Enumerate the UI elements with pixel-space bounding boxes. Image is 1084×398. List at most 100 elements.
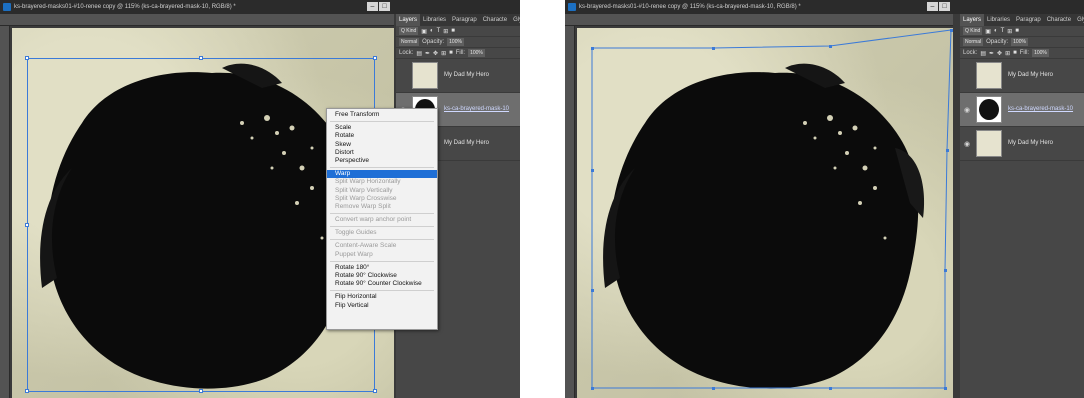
- menu-item-convert-anchor[interactable]: Convert warp anchor point: [327, 216, 437, 224]
- tab-character[interactable]: Characte: [1044, 14, 1074, 26]
- warp-anchor-point[interactable]: [950, 29, 953, 32]
- warp-anchor-point[interactable]: [591, 289, 594, 292]
- menu-item-puppet-warp[interactable]: Puppet Warp: [327, 251, 437, 259]
- menu-item-rotate[interactable]: Rotate: [327, 132, 437, 140]
- lock-pixels-icon[interactable]: ▤: [416, 50, 422, 57]
- image-filter-icon[interactable]: ▣: [421, 28, 427, 35]
- warp-grid[interactable]: [565, 0, 953, 398]
- smart-object-filter-icon[interactable]: ■: [451, 28, 455, 34]
- layer-thumbnail: [976, 62, 1002, 89]
- window-buttons: – □: [367, 2, 390, 11]
- menu-item-distort[interactable]: Distort: [327, 149, 437, 157]
- transform-handle[interactable]: [373, 56, 377, 60]
- warp-anchor-point[interactable]: [944, 387, 947, 390]
- eye-visibility-icon[interactable]: ◉: [964, 106, 970, 114]
- shape-filter-icon[interactable]: ⊞: [443, 28, 448, 35]
- warp-anchor-point[interactable]: [712, 47, 715, 50]
- tab-paragraph[interactable]: Paragrap: [1013, 14, 1044, 26]
- menu-separator: [330, 213, 434, 215]
- eye-visibility-icon[interactable]: ◉: [964, 140, 970, 148]
- lock-label: Lock:: [963, 50, 978, 56]
- tab-glyphs[interactable]: Glyph: [1074, 14, 1084, 26]
- tab-character[interactable]: Characte: [480, 14, 510, 26]
- opacity-input[interactable]: 100%: [1011, 38, 1028, 46]
- menu-item-rotate-90-cw[interactable]: Rotate 90° Clockwise: [327, 272, 437, 280]
- blend-mode-select[interactable]: Normal: [399, 38, 420, 46]
- lock-all-icon[interactable]: ■: [449, 50, 453, 56]
- image-filter-icon[interactable]: ▣: [985, 28, 991, 35]
- kind-filter[interactable]: Q Kind: [399, 27, 419, 35]
- layer-name: My Dad My Hero: [1008, 72, 1054, 78]
- menu-item-flip-vertical[interactable]: Flip Vertical: [327, 302, 437, 310]
- opacity-label: Opacity:: [986, 39, 1009, 45]
- vertical-ruler: [0, 26, 10, 398]
- move-lock-icon[interactable]: ✥: [997, 50, 1002, 57]
- transform-handle[interactable]: [25, 389, 29, 393]
- warp-anchor-point[interactable]: [591, 169, 594, 172]
- menu-item-free-transform[interactable]: Free Transform: [327, 111, 437, 119]
- minimize-button[interactable]: –: [367, 2, 378, 11]
- fill-input[interactable]: 100%: [468, 49, 485, 57]
- artboard-lock-icon[interactable]: ⊞: [1005, 50, 1010, 57]
- tab-layers[interactable]: Layers: [960, 14, 985, 26]
- menu-item-perspective[interactable]: Perspective: [327, 157, 437, 165]
- menu-item-toggle-guides[interactable]: Toggle Guides: [327, 229, 437, 237]
- free-transform-box[interactable]: [27, 58, 375, 392]
- brush-lock-icon[interactable]: ✒: [989, 50, 994, 57]
- warp-anchor-point[interactable]: [829, 387, 832, 390]
- kind-filter[interactable]: Q Kind: [963, 27, 983, 35]
- layer-row[interactable]: ◉ ks-ca-brayered-mask-10: [960, 93, 1084, 127]
- lock-pixels-icon[interactable]: ▤: [980, 50, 986, 57]
- tab-libraries[interactable]: Libraries: [984, 14, 1013, 26]
- menu-item-rotate-90-ccw[interactable]: Rotate 90° Counter Clockwise: [327, 280, 437, 288]
- menu-item-split-warp-vertically[interactable]: Split Warp Vertically: [327, 187, 437, 195]
- transform-handle[interactable]: [25, 223, 29, 227]
- type-filter-icon[interactable]: T: [1001, 28, 1005, 34]
- brush-lock-icon[interactable]: ✒: [425, 50, 430, 57]
- opacity-input[interactable]: 100%: [447, 38, 464, 46]
- warp-anchor-point[interactable]: [944, 269, 947, 272]
- layer-row[interactable]: My Dad My Hero: [960, 59, 1084, 93]
- menu-item-remove-warp-split[interactable]: Remove Warp Split: [327, 203, 437, 211]
- adjustment-filter-icon[interactable]: ◐: [430, 28, 434, 34]
- transform-handle[interactable]: [25, 56, 29, 60]
- maximize-button[interactable]: □: [379, 2, 390, 11]
- blend-mode-select[interactable]: Normal: [963, 38, 984, 46]
- menu-item-flip-horizontal[interactable]: Flip Horizontal: [327, 293, 437, 301]
- transform-handle[interactable]: [199, 389, 203, 393]
- transform-handle[interactable]: [199, 56, 203, 60]
- warp-anchor-point[interactable]: [829, 45, 832, 48]
- warp-anchor-point[interactable]: [591, 387, 594, 390]
- lock-row: Lock: ▤ ✒ ✥ ⊞ ■ Fill: 100%: [396, 48, 520, 59]
- menu-item-content-aware-scale[interactable]: Content-Aware Scale: [327, 242, 437, 250]
- shape-filter-icon[interactable]: ⊞: [1007, 28, 1012, 35]
- layer-row[interactable]: My Dad My Hero: [396, 59, 520, 93]
- fill-input[interactable]: 100%: [1032, 49, 1049, 57]
- tab-glyphs[interactable]: Glyph: [510, 14, 520, 26]
- transform-handle[interactable]: [373, 389, 377, 393]
- warp-anchor-point[interactable]: [712, 387, 715, 390]
- type-filter-icon[interactable]: T: [437, 28, 441, 34]
- tab-libraries[interactable]: Libraries: [420, 14, 449, 26]
- artboard-lock-icon[interactable]: ⊞: [441, 50, 446, 57]
- menu-item-warp[interactable]: Warp: [327, 170, 437, 179]
- opacity-label: Opacity:: [422, 39, 445, 45]
- tab-paragraph[interactable]: Paragrap: [449, 14, 480, 26]
- layer-thumbnail: [976, 130, 1002, 157]
- menu-item-rotate-180[interactable]: Rotate 180°: [327, 264, 437, 272]
- tab-layers[interactable]: Layers: [396, 14, 421, 26]
- move-lock-icon[interactable]: ✥: [433, 50, 438, 57]
- menu-item-scale[interactable]: Scale: [327, 124, 437, 132]
- menu-item-skew[interactable]: Skew: [327, 141, 437, 149]
- menu-item-split-warp-crosswise[interactable]: Split Warp Crosswise: [327, 195, 437, 203]
- fill-label: Fill:: [1019, 50, 1030, 56]
- screenshot-free-transform-menu: ks-brayered-masks01-#10-renee copy @ 115…: [0, 0, 520, 398]
- warp-anchor-point[interactable]: [591, 47, 594, 50]
- warp-anchor-point[interactable]: [946, 149, 949, 152]
- lock-all-icon[interactable]: ■: [1013, 50, 1017, 56]
- smart-object-filter-icon[interactable]: ■: [1015, 28, 1019, 34]
- layer-row[interactable]: ◉ My Dad My Hero: [960, 127, 1084, 161]
- menu-item-split-warp-horizontally[interactable]: Split Warp Horizontally: [327, 178, 437, 186]
- menu-separator: [330, 226, 434, 228]
- adjustment-filter-icon[interactable]: ◐: [994, 28, 998, 34]
